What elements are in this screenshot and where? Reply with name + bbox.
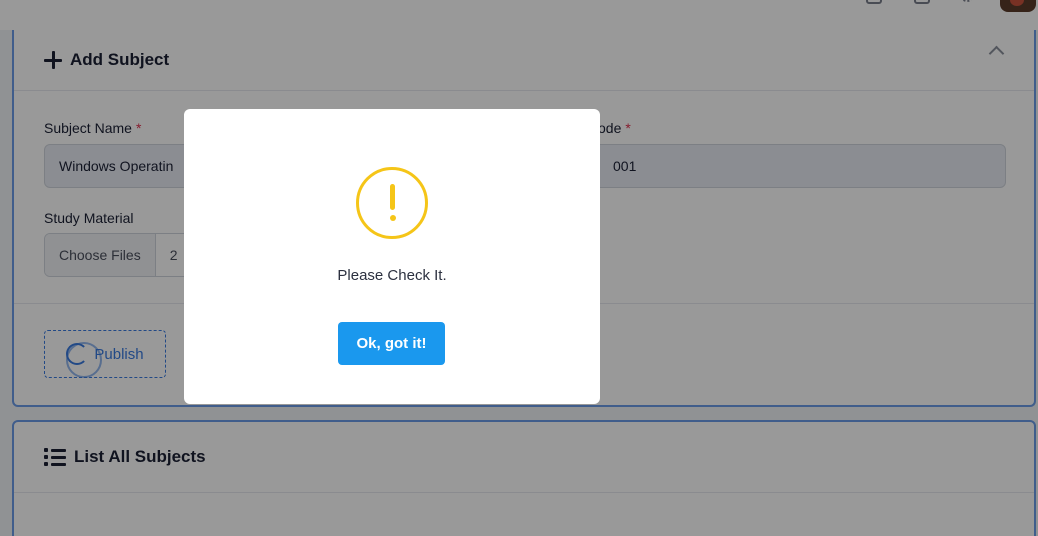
alert-message: Please Check It. [337,267,447,284]
alert-dialog: Please Check It. Ok, got it! [184,109,600,404]
exclamation-circle-icon [356,167,428,239]
ok-button[interactable]: Ok, got it! [338,322,445,365]
